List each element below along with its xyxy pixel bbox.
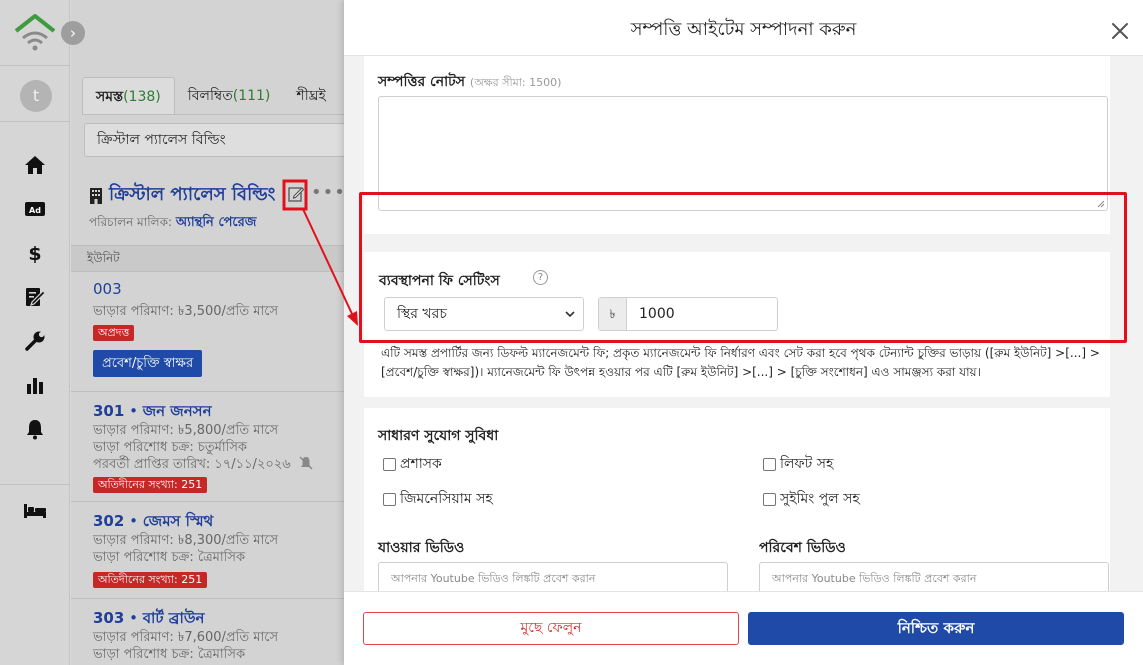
avatar[interactable]: t	[20, 80, 52, 112]
ad-icon[interactable]: Ad	[22, 198, 48, 220]
amenity-pool-checkbox[interactable]: সুইমিং পুল সহ	[763, 487, 860, 511]
unit-card[interactable]: 003 ভাড়ার পরিমাণ: ৳3,500/প্রতি মাসে অপ্…	[71, 272, 351, 392]
tab-label: সমস্ত	[96, 89, 124, 105]
filter-tabs: সমস্ত(138) বিলম্বিত(111) শীঘ্রই	[82, 77, 339, 115]
checkbox-box[interactable]	[763, 492, 776, 506]
property-search-input[interactable]: ক্রিস্টাল প্যালেস বিল্ডিং	[84, 123, 351, 157]
tenant-name: জেমস স্মিথ	[142, 512, 214, 530]
notes-label: সম্পত্তির নোটস (অক্ষর সীমা: 1500)	[378, 70, 561, 94]
unit-number-text: 302	[93, 512, 125, 530]
unit-number-text: 003	[93, 280, 122, 298]
unit-card[interactable]: 301 • জন জনসন ভাড়ার পরিমাণ: ৳5,800/প্রত…	[71, 392, 351, 502]
bar-chart-icon[interactable]	[22, 374, 48, 396]
modal-header: সম্পত্তি আইটেম সম্পাদনা করুন	[344, 0, 1143, 56]
amenities-section: সাধারণ সুযোগ সুবিধা প্রশাসক লিফট সহ জিমন…	[364, 408, 1110, 591]
rail-divider	[0, 65, 70, 66]
environment-video-input[interactable]: আপনার Youtube ভিডিও লিঙ্কটি প্রবেশ করান	[759, 562, 1109, 591]
units-header: ইউনিট	[71, 245, 351, 272]
tab-count: (111)	[232, 88, 271, 104]
next-receipt-date: পরবর্তী প্রাপ্তির তারিখ: ১৭/১১/২০২৬	[93, 457, 291, 472]
svg-text:$: $	[28, 243, 41, 264]
tenant-name: বার্ট ব্রাউন	[142, 609, 205, 627]
tab-count: (138)	[123, 89, 161, 105]
unit-card[interactable]: 302 • জেমস স্মিথ ভাড়ার পরিমাণ: ৳8,300/প…	[71, 502, 351, 599]
property-title-text: ক্রিস্টাল প্যালেস বিল্ডিং	[109, 184, 276, 205]
edit-property-modal: সম্পত্তি আইটেম সম্পাদনা করুন সম্পত্তির ন…	[344, 0, 1143, 665]
walk-video-label: যাওয়ার ভিডিও	[378, 540, 465, 556]
edit-icon[interactable]	[287, 185, 305, 203]
amenity-gym-checkbox[interactable]: জিমনেসিয়াম সহ	[383, 487, 493, 511]
modal-title: সম্পত্তি আইটেম সম্পাদনা করুন	[630, 19, 857, 40]
checkbox-box[interactable]	[763, 457, 776, 471]
tab-soon[interactable]: শীঘ্রই	[283, 77, 338, 115]
property-title[interactable]: ক্রিস্টাল প্যালেস বিল্ডিং	[89, 180, 275, 211]
tab-label: শীঘ্রই	[296, 88, 326, 104]
bed-icon[interactable]	[22, 500, 48, 522]
notification-muted-icon[interactable]	[299, 456, 313, 470]
bell-icon[interactable]	[22, 418, 48, 440]
amenity-admin-checkbox[interactable]: প্রশাসক	[383, 452, 442, 476]
close-icon[interactable]	[1109, 20, 1131, 42]
home-icon[interactable]	[22, 154, 48, 176]
fee-description: এটি সমস্ত প্রপার্টির জন্য ডিফল্ট ম্যানেজ…	[381, 346, 1100, 379]
fee-settings-highlight	[359, 192, 1127, 343]
dollar-icon[interactable]: $	[22, 242, 48, 264]
wrench-icon[interactable]	[22, 330, 48, 352]
owner-line: পরিচালন মালিক: অ্যান্থনি পেরেজ	[89, 213, 256, 234]
amenity-label: লিফট সহ	[780, 456, 834, 472]
overdue-badge: অতিদীনের সংখ্যা: 251	[93, 477, 208, 493]
delete-button[interactable]: মুছে ফেলুন	[363, 612, 739, 645]
rail-divider	[0, 121, 70, 122]
expand-sidebar-button[interactable]: ›	[61, 21, 85, 45]
unit-number[interactable]: 003	[93, 280, 122, 298]
amenity-label: সুইমিং পুল সহ	[780, 491, 860, 507]
tab-delayed[interactable]: বিলম্বিত(111)	[175, 77, 284, 115]
property-header: ক্রিস্টাল প্যালেস বিল্ডিং ••• পরিচালন মা…	[71, 170, 351, 245]
amenities-label: সাধারণ সুযোগ সুবিধা	[378, 428, 499, 444]
notes-label-text: সম্পত্তির নোটস	[378, 74, 466, 90]
tab-label: বিলম্বিত	[187, 88, 233, 104]
payment-cycle: ভাড়া পরিশোধ চক্র: ত্রৈমাসিক	[93, 647, 246, 662]
owner-label: পরিচালন মালিক:	[89, 215, 173, 229]
payment-cycle: ভাড়া পরিশোধ চক্র: ত্রৈমাসিক	[93, 550, 246, 565]
property-list-panel: সমস্ত(138) বিলম্বিত(111) শীঘ্রই ক্রিস্টা…	[71, 0, 351, 665]
house-logo-icon[interactable]	[14, 12, 56, 52]
environment-video-label: পরিবেশ ভিডিও	[759, 540, 846, 556]
building-icon	[90, 188, 102, 204]
notes-hint: (অক্ষর সীমা: 1500)	[469, 76, 562, 89]
rail-divider	[0, 484, 70, 485]
checkbox-box[interactable]	[383, 457, 396, 471]
rent-amount: ভাড়ার পরিমাণ: ৳3,500/প্রতি মাসে	[93, 304, 279, 319]
amenity-label: জিমনেসিয়াম সহ	[400, 491, 493, 507]
tenant-name: জন জনসন	[142, 402, 212, 420]
tab-all[interactable]: সমস্ত(138)	[82, 77, 175, 115]
modal-footer: মুছে ফেলুন নিশ্চিত করুন	[344, 591, 1143, 665]
amenity-lift-checkbox[interactable]: লিফট সহ	[763, 452, 833, 476]
unit-card[interactable]: 303 • বার্ট ব্রাউন ভাড়ার পরিমাণ: ৳7,600…	[71, 599, 351, 665]
unit-number-text: 303	[93, 609, 125, 627]
owner-name[interactable]: অ্যান্থনি পেরেজ	[176, 215, 257, 230]
walk-video-input[interactable]: আপনার Youtube ভিডিও লিঙ্কটি প্রবেশ করান	[378, 562, 728, 591]
svg-text:Ad: Ad	[29, 206, 41, 215]
amenity-label: প্রশাসক	[400, 456, 442, 472]
overdue-badge: অতিদীনের সংখ্যা: 251	[93, 572, 208, 588]
more-options-icon[interactable]: •••	[311, 184, 346, 202]
nav-rail: › t Ad $	[0, 0, 85, 665]
status-badge: অপ্রদত্ত	[93, 325, 135, 341]
sign-contract-button[interactable]: প্রবেশ/চুক্তি স্বাক্ষর	[93, 350, 203, 377]
checkbox-box[interactable]	[383, 492, 396, 506]
confirm-button[interactable]: নিশ্চিত করুন	[748, 612, 1124, 645]
tab-divider	[82, 114, 351, 115]
document-edit-icon[interactable]	[22, 286, 48, 308]
unit-number-text: 301	[93, 402, 125, 420]
